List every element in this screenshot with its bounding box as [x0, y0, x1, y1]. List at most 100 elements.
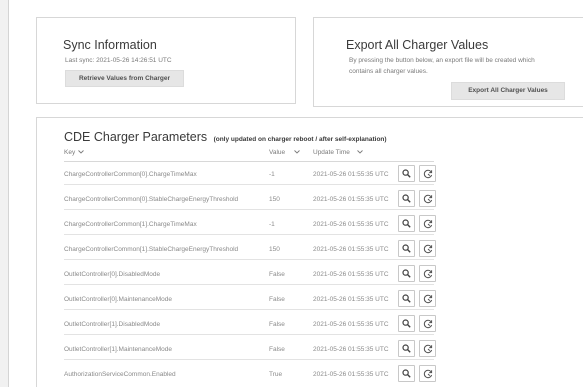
reset-icon — [423, 369, 433, 379]
table-row: ChargeControllerCommon[1].ChargeTimeMax … — [64, 213, 436, 235]
reset-button[interactable] — [419, 215, 436, 232]
search-button[interactable] — [398, 315, 415, 332]
row-key: OutletController[1].DisabledMode — [64, 321, 161, 328]
search-icon — [402, 369, 411, 378]
reset-icon — [423, 169, 433, 179]
reset-icon — [423, 244, 433, 254]
row-update-time: 2021-05-26 01:55:35 UTC — [313, 321, 389, 328]
reset-icon — [423, 294, 433, 304]
search-button[interactable] — [398, 365, 415, 382]
row-value: 150 — [269, 196, 280, 203]
search-icon — [402, 169, 411, 178]
reset-button[interactable] — [419, 315, 436, 332]
row-divider — [64, 359, 434, 360]
row-divider — [64, 209, 434, 210]
reset-button[interactable] — [419, 265, 436, 282]
search-button[interactable] — [398, 265, 415, 282]
reset-icon — [423, 319, 433, 329]
sync-title: Sync Information — [63, 38, 157, 52]
export-description-line2: contains all charger values. — [349, 68, 428, 75]
search-icon — [402, 294, 411, 303]
table-row: ChargeControllerCommon[0].StableChargeEn… — [64, 188, 436, 210]
retrieve-values-button[interactable]: Retrieve Values from Charger — [65, 70, 184, 87]
row-key: ChargeControllerCommon[0].StableChargeEn… — [64, 196, 239, 203]
search-button[interactable] — [398, 240, 415, 257]
export-description-line1: By pressing the button below, an export … — [349, 57, 535, 64]
params-title-main: CDE Charger Parameters — [64, 130, 208, 144]
row-value: False — [269, 296, 285, 303]
search-button[interactable] — [398, 290, 415, 307]
reset-button[interactable] — [419, 165, 436, 182]
column-header-key[interactable]: Key — [64, 149, 85, 156]
reset-icon — [423, 194, 433, 204]
reset-button[interactable] — [419, 340, 436, 357]
table-row: OutletController[0].MaintenanceMode Fals… — [64, 288, 436, 310]
row-update-time: 2021-05-26 01:55:35 UTC — [313, 196, 389, 203]
search-button[interactable] — [398, 215, 415, 232]
search-icon — [402, 219, 411, 228]
row-divider — [64, 284, 434, 285]
search-button[interactable] — [398, 340, 415, 357]
row-key: OutletController[1].MaintenanceMode — [64, 346, 173, 353]
row-update-time: 2021-05-26 01:55:35 UTC — [313, 371, 389, 378]
row-divider — [64, 184, 434, 185]
table-header-divider — [64, 161, 434, 162]
reset-button[interactable] — [419, 190, 436, 207]
search-button[interactable] — [398, 165, 415, 182]
row-value: False — [269, 346, 285, 353]
params-title-subtitle: (only updated on charger reboot / after … — [213, 136, 387, 143]
reset-button[interactable] — [419, 365, 436, 382]
last-sync-text: Last sync: 2021-05-26 14:26:51 UTC — [65, 57, 172, 64]
table-row: OutletController[0].DisabledMode False 2… — [64, 263, 436, 285]
row-value: False — [269, 321, 285, 328]
row-key: ChargeControllerCommon[0].ChargeTimeMax — [64, 171, 197, 178]
table-row: ChargeControllerCommon[1].StableChargeEn… — [64, 238, 436, 260]
table-row: OutletController[1].MaintenanceMode Fals… — [64, 338, 436, 360]
search-button[interactable] — [398, 190, 415, 207]
table-row: ChargeControllerCommon[0].ChargeTimeMax … — [64, 163, 436, 185]
row-key: OutletController[0].MaintenanceMode — [64, 296, 173, 303]
row-divider — [64, 234, 434, 235]
search-icon — [402, 194, 411, 203]
row-divider — [64, 309, 434, 310]
export-all-button[interactable]: Export All Charger Values — [451, 82, 565, 100]
reset-icon — [423, 269, 433, 279]
row-update-time: 2021-05-26 01:55:35 UTC — [313, 221, 389, 228]
column-header-value-label: Value — [269, 149, 286, 156]
reset-button[interactable] — [419, 290, 436, 307]
row-key: OutletController[0].DisabledMode — [64, 271, 161, 278]
table-row: OutletController[1].DisabledMode False 2… — [64, 313, 436, 335]
row-divider — [64, 334, 434, 335]
export-title: Export All Charger Values — [346, 38, 489, 52]
row-update-time: 2021-05-26 01:55:35 UTC — [313, 346, 389, 353]
row-key: ChargeControllerCommon[1].StableChargeEn… — [64, 246, 239, 253]
search-icon — [402, 269, 411, 278]
row-update-time: 2021-05-26 01:55:35 UTC — [313, 271, 389, 278]
column-header-value[interactable]: Value — [269, 149, 300, 156]
search-icon — [402, 319, 411, 328]
export-card: Export All Charger Values By pressing th… — [313, 17, 583, 107]
chevron-down-icon — [78, 149, 85, 156]
sync-information-card: Sync Information Last sync: 2021-05-26 1… — [36, 17, 296, 104]
row-update-time: 2021-05-26 01:55:35 UTC — [313, 296, 389, 303]
column-header-key-label: Key — [64, 149, 76, 156]
column-header-update-time[interactable]: Update Time — [313, 149, 363, 156]
row-key: AuthorizationServiceCommon.Enabled — [64, 371, 176, 378]
row-key: ChargeControllerCommon[1].ChargeTimeMax — [64, 221, 197, 228]
cde-parameters-card: CDE Charger Parameters (only updated on … — [36, 117, 583, 387]
row-value: False — [269, 271, 285, 278]
row-value: -1 — [269, 221, 275, 228]
reset-button[interactable] — [419, 240, 436, 257]
reset-icon — [423, 344, 433, 354]
search-icon — [402, 244, 411, 253]
row-update-time: 2021-05-26 01:55:35 UTC — [313, 246, 389, 253]
row-update-time: 2021-05-26 01:55:35 UTC — [313, 171, 389, 178]
search-icon — [402, 344, 411, 353]
chevron-down-icon — [294, 149, 300, 156]
params-title: CDE Charger Parameters (only updated on … — [64, 128, 387, 146]
row-value: -1 — [269, 171, 275, 178]
reset-icon — [423, 219, 433, 229]
column-header-time-label: Update Time — [313, 149, 350, 156]
row-divider — [64, 259, 434, 260]
row-value: True — [269, 371, 283, 378]
